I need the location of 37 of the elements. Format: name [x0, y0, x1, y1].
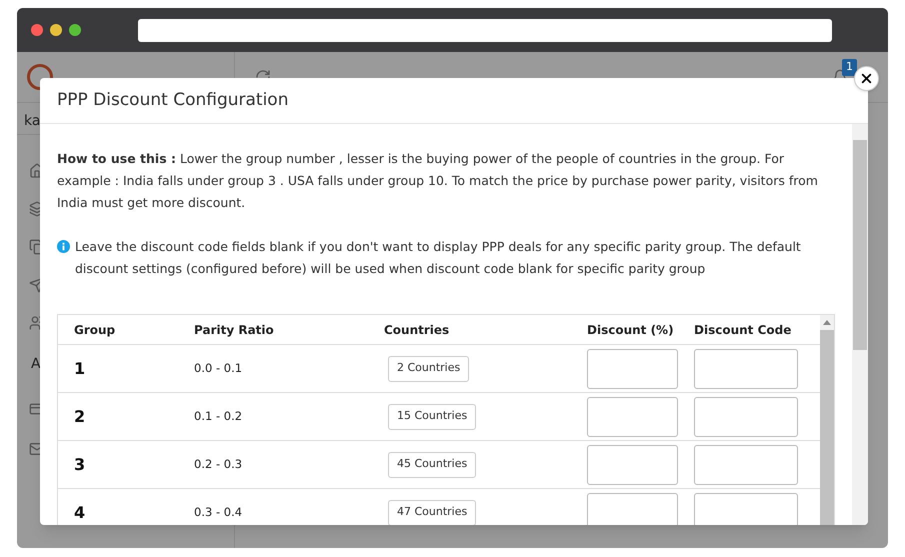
column-header: Group: [74, 322, 116, 338]
parity-ratio: 0.3 - 0.4: [194, 504, 244, 521]
info-note: Leave the discount code fields blank if you don't want to display PPP deals for any specific parity group. The default discount settings (configured before) will be used when discount code blank for specific parity group: [75, 238, 802, 278]
column-header: Parity Ratio: [194, 322, 275, 338]
group-number: 1: [74, 358, 86, 380]
group-number: 4: [74, 502, 86, 524]
discount-field[interactable]: [587, 444, 678, 484]
parity-ratio: 0.2 - 0.3: [194, 456, 244, 473]
notification-badge: 1: [842, 59, 857, 76]
sidebar-label: A: [31, 356, 41, 372]
scroll-up-arrow-icon[interactable]: [823, 320, 831, 325]
modal-scrollbar[interactable]: [852, 124, 868, 525]
discount-code-field[interactable]: [694, 492, 798, 525]
countries-button[interactable]: 45 Countries: [388, 452, 476, 478]
discount-code-field[interactable]: [694, 348, 798, 388]
discount-field[interactable]: [587, 492, 678, 525]
discount-code-field[interactable]: [694, 444, 798, 484]
close-icon: [859, 71, 874, 86]
discount-field[interactable]: [587, 396, 678, 436]
column-header: Discount Code: [694, 322, 792, 338]
countries-button[interactable]: 47 Countries: [388, 500, 476, 525]
parity-ratio: 0.0 - 0.1: [194, 360, 244, 377]
address-bar[interactable]: [138, 18, 832, 42]
discount-code-field[interactable]: [694, 396, 798, 436]
countries-button[interactable]: 2 Countries: [388, 356, 470, 382]
usage-note: How to use this : Lower the group number , lesser is the buying power of the people of countries in the group. For example : India falls under group 3 . USA falls under group 10. To match the price by purchase power parity, visitors from India must get more discount.: [57, 150, 819, 212]
account-text: ka: [24, 113, 40, 129]
discount-field[interactable]: [587, 348, 678, 388]
table-scrollbar[interactable]: [820, 315, 834, 525]
group-number: 2: [74, 406, 86, 428]
countries-button[interactable]: 15 Countries: [388, 404, 476, 430]
info-icon: [57, 240, 70, 253]
parity-ratio: 0.1 - 0.2: [194, 408, 244, 425]
column-header: Countries: [384, 322, 450, 338]
column-header: Discount (%): [587, 322, 675, 338]
modal-title: PPP Discount Configuration: [57, 88, 288, 112]
group-number: 3: [74, 454, 86, 476]
